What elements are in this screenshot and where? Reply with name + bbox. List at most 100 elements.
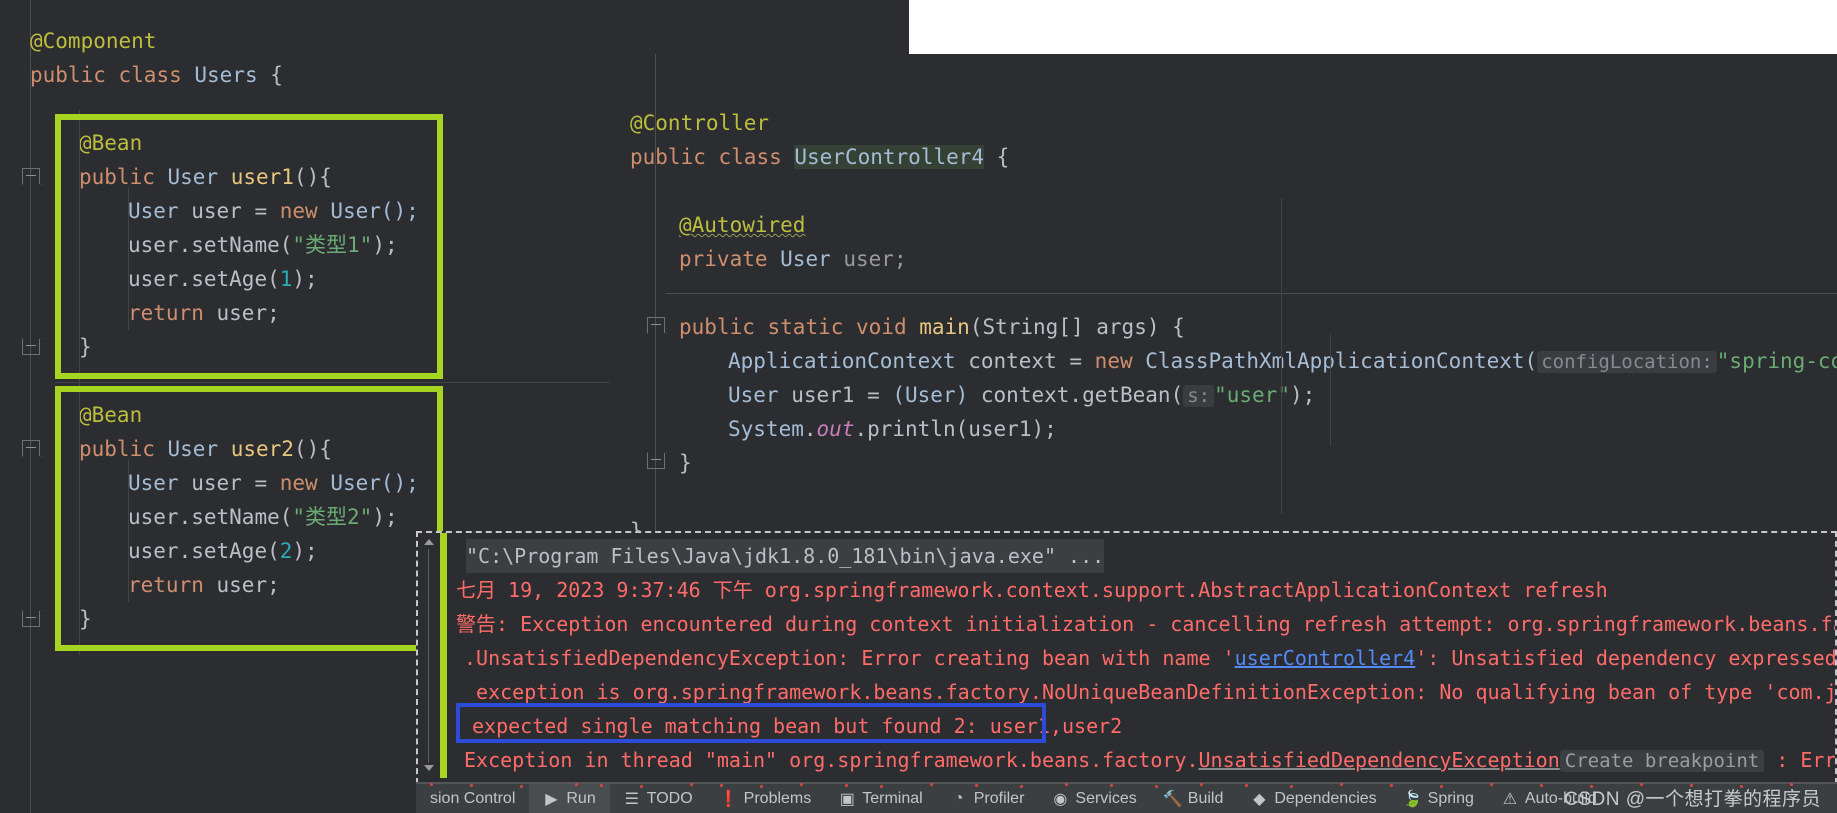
tab-version-control[interactable]: sion Control — [416, 784, 529, 813]
code-line[interactable]: System.out.println(user1); — [728, 412, 1057, 446]
code-line[interactable]: user.setName("类型1"); — [128, 228, 398, 262]
right-code-editor[interactable]: @Controller public class UserController4 … — [610, 54, 1837, 532]
code-line[interactable]: return user; — [128, 568, 280, 602]
tab-terminal[interactable]: ▣ Terminal — [825, 784, 936, 813]
code-token: User — [167, 437, 231, 461]
code-line[interactable]: } — [679, 446, 692, 480]
console-line[interactable]: expected single matching bean but found … — [472, 709, 1122, 743]
code-token: getBean( — [1082, 383, 1184, 407]
code-token: ); — [292, 539, 318, 563]
code-line[interactable]: ApplicationContext context = new ClassPa… — [728, 344, 1837, 378]
code-token: ); — [372, 505, 398, 529]
code-token: private — [679, 247, 781, 271]
code-line[interactable]: user.setAge(2); — [128, 534, 318, 568]
code-line[interactable]: } — [79, 330, 92, 364]
code-token: user — [128, 267, 179, 291]
code-line[interactable]: public static void main(String[] args) { — [679, 310, 1185, 344]
tab-spring-label: Spring — [1427, 789, 1474, 807]
console-output[interactable]: "C:\Program Files\Java\jdk1.8.0_181\bin\… — [456, 535, 1835, 782]
terminal-icon: ▣ — [839, 790, 855, 808]
console-text: Exception in thread "main" org.springfra… — [464, 748, 1199, 772]
code-line[interactable]: User user1 = (User) context.getBean(s: "u… — [728, 378, 1315, 412]
code-line[interactable]: @Bean — [79, 398, 142, 432]
code-line[interactable]: @Controller — [630, 106, 769, 140]
scroll-down-arrow[interactable] — [424, 765, 434, 771]
code-token: = — [254, 199, 280, 223]
console-line[interactable]: 警告: Exception encountered during context… — [456, 607, 1835, 641]
code-line[interactable]: user.setAge(1); — [128, 262, 318, 296]
run-icon: ▶ — [545, 790, 558, 808]
scroll-up-arrow[interactable] — [424, 539, 434, 545]
code-token: ClassPathXmlApplicationContext( — [1145, 349, 1538, 373]
artifact-dot — [1065, 783, 1068, 786]
code-line[interactable]: user.setName("类型2"); — [128, 500, 398, 534]
console-link[interactable]: userController4 — [1235, 646, 1416, 670]
console-green-marker — [440, 533, 447, 778]
console-scrollbar[interactable] — [424, 537, 436, 777]
code-token: UserController4 — [794, 145, 985, 169]
console-text: 七月 19, 2023 9:37:46 下午 org.springframewo… — [456, 578, 1608, 602]
tab-run[interactable]: ▶ Run — [529, 784, 610, 813]
code-token: . — [1069, 383, 1083, 407]
code-token: "类型1" — [292, 233, 373, 257]
fold-icon[interactable] — [647, 453, 665, 469]
tab-profiler[interactable]: ◔ Profiler — [937, 784, 1039, 813]
tab-problems[interactable]: ❗ Problems — [707, 784, 826, 813]
console-text: "C:\Program Files\Java\jdk1.8.0_181\bin\… — [466, 544, 1105, 568]
code-line[interactable]: @Bean — [79, 126, 142, 160]
code-line[interactable]: public class UserController4 { — [630, 140, 1009, 174]
code-token: "类型2" — [292, 505, 373, 529]
artifact-dot — [975, 784, 978, 787]
code-token: } — [79, 335, 92, 359]
code-line[interactable]: @Autowired — [679, 208, 805, 242]
code-line[interactable]: public User user2(){ — [79, 432, 332, 466]
problems-icon: ❗ — [718, 790, 739, 808]
code-token: Users — [194, 63, 271, 87]
artifact-dot — [1290, 785, 1293, 788]
code-line[interactable]: } — [630, 514, 643, 532]
code-token: { — [984, 145, 1010, 169]
run-console-panel[interactable]: "C:\Program Files\Java\jdk1.8.0_181\bin\… — [416, 531, 1837, 784]
artifact-dot — [1340, 783, 1343, 786]
console-text: exception is org.springframework.beans.f… — [464, 680, 1835, 704]
artifact-dot — [845, 784, 848, 787]
code-token: static — [767, 315, 857, 339]
code-line[interactable]: User user = new User(); — [128, 194, 419, 228]
code-token: public — [630, 145, 719, 169]
artifact-dot — [880, 785, 883, 788]
create-breakpoint-badge[interactable]: Create breakpoint — [1559, 750, 1765, 772]
method-separator — [55, 382, 616, 383]
console-line[interactable]: 七月 19, 2023 9:37:46 下午 org.springframewo… — [456, 573, 1608, 607]
code-token: out — [816, 417, 855, 441]
code-token: user1 — [791, 383, 868, 407]
tab-todo[interactable]: ☰ TODO — [610, 784, 707, 813]
artifact-dot — [1020, 785, 1023, 788]
code-line[interactable]: public class Users { — [30, 58, 283, 92]
console-line[interactable]: exception is org.springframework.beans.f… — [464, 675, 1835, 709]
code-token: 1 — [279, 267, 293, 291]
code-token: setName( — [191, 505, 293, 529]
code-token: 2 — [279, 539, 293, 563]
code-token: User — [128, 199, 192, 223]
code-line[interactable]: @Component — [30, 24, 156, 58]
code-line[interactable]: private User user; — [679, 242, 907, 276]
scroll-track — [428, 549, 429, 763]
code-token: s: — [1183, 385, 1215, 407]
console-line[interactable]: "C:\Program Files\Java\jdk1.8.0_181\bin\… — [466, 539, 1105, 573]
console-line[interactable]: .UnsatisfiedDependencyException: Error c… — [464, 641, 1835, 675]
tab-build[interactable]: 🔨 Build — [1151, 784, 1238, 813]
tab-services[interactable]: ◉ Services — [1038, 784, 1150, 813]
code-token: User(); — [330, 199, 419, 223]
code-line[interactable]: } — [79, 602, 92, 636]
artifact-dot — [690, 783, 693, 786]
code-token: @Autowired — [679, 213, 806, 237]
code-line[interactable]: public User user1(){ — [79, 160, 332, 194]
console-line[interactable]: Exception in thread "main" org.springfra… — [464, 743, 1835, 777]
tab-dependencies[interactable]: ◆ Dependencies — [1237, 784, 1390, 813]
code-line[interactable]: return user; — [128, 296, 280, 330]
tab-spring[interactable]: 🍃 Spring — [1391, 784, 1488, 813]
tab-problems-label: Problems — [743, 789, 812, 807]
code-line[interactable]: User user = new User(); — [128, 466, 419, 500]
fold-icon[interactable] — [647, 317, 665, 333]
artifact-dot — [800, 783, 803, 786]
